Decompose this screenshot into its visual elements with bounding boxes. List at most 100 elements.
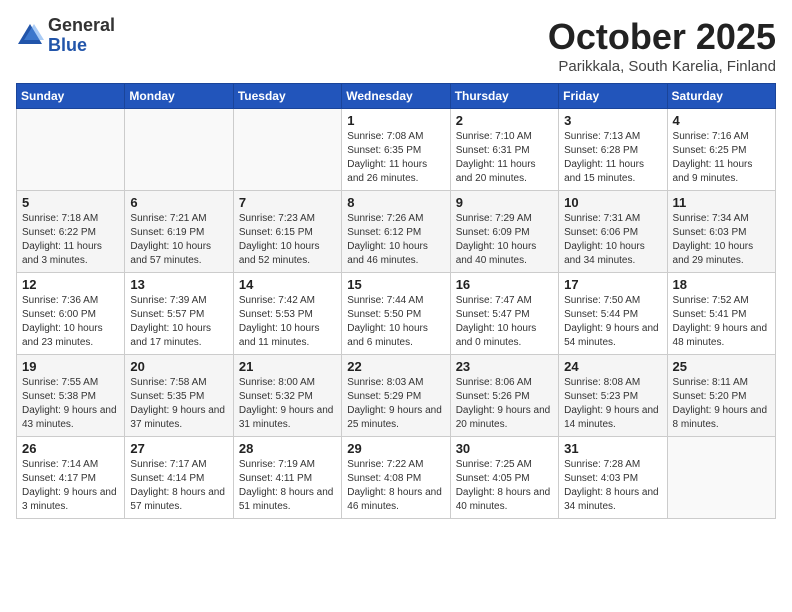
day-info: Sunrise: 8:06 AM Sunset: 5:26 PM Dayligh… (456, 376, 553, 432)
calendar-cell: 4 Sunrise: 7:16 AM Sunset: 6:25 PM Daylig… (667, 109, 775, 191)
day-info: Sunrise: 7:31 AM Sunset: 6:06 PM Dayligh… (564, 212, 661, 268)
day-number: 16 (456, 277, 553, 292)
month-title: October 2025 (548, 16, 776, 58)
day-info: Sunrise: 7:23 AM Sunset: 6:15 PM Dayligh… (239, 212, 336, 268)
calendar-cell: 20 Sunrise: 7:58 AM Sunset: 5:35 PM Dayli… (125, 355, 233, 437)
day-info: Sunrise: 7:08 AM Sunset: 6:35 PM Dayligh… (347, 130, 444, 186)
calendar-cell: 8 Sunrise: 7:26 AM Sunset: 6:12 PM Daylig… (342, 191, 450, 273)
title-area: October 2025 Parikkala, South Karelia, F… (548, 16, 776, 75)
calendar-cell (17, 109, 125, 191)
calendar-cell: 10 Sunrise: 7:31 AM Sunset: 6:06 PM Dayli… (559, 191, 667, 273)
day-info: Sunrise: 7:21 AM Sunset: 6:19 PM Dayligh… (130, 212, 227, 268)
calendar-cell: 2Sunrise: 7:10 AM Sunset: 6:31 PM Daylig… (450, 109, 558, 191)
day-number: 12 (22, 277, 119, 292)
weekday-header-monday: Monday (125, 84, 233, 109)
calendar-cell: 15 Sunrise: 7:44 AM Sunset: 5:50 PM Dayli… (342, 273, 450, 355)
weekday-header-saturday: Saturday (667, 84, 775, 109)
day-info: Sunrise: 7:42 AM Sunset: 5:53 PM Dayligh… (239, 294, 336, 350)
calendar-cell: 19 Sunrise: 7:55 AM Sunset: 5:38 PM Dayli… (17, 355, 125, 437)
day-info: Sunrise: 7:29 AM Sunset: 6:09 PM Dayligh… (456, 212, 553, 268)
day-number: 10 (564, 195, 661, 210)
calendar-cell: 24 Sunrise: 8:08 AM Sunset: 5:23 PM Dayli… (559, 355, 667, 437)
day-number: 1 (347, 113, 444, 128)
day-number: 14 (239, 277, 336, 292)
weekday-header-friday: Friday (559, 84, 667, 109)
calendar-cell: 5 Sunrise: 7:18 AM Sunset: 6:22 PM Daylig… (17, 191, 125, 273)
weekday-header-thursday: Thursday (450, 84, 558, 109)
calendar-week-row: 19 Sunrise: 7:55 AM Sunset: 5:38 PM Dayli… (17, 355, 776, 437)
day-info: Sunrise: 7:55 AM Sunset: 5:38 PM Dayligh… (22, 376, 119, 432)
day-number: 8 (347, 195, 444, 210)
day-info: Sunrise: 7:22 AM Sunset: 4:08 PM Dayligh… (347, 458, 444, 514)
day-number: 21 (239, 359, 336, 374)
calendar-cell: 17 Sunrise: 7:50 AM Sunset: 5:44 PM Dayli… (559, 273, 667, 355)
calendar-week-row: 1 Sunrise: 7:08 AM Sunset: 6:35 PM Daylig… (17, 109, 776, 191)
calendar-cell (667, 437, 775, 519)
calendar-cell: 18Sunrise: 7:52 AM Sunset: 5:41 PM Dayli… (667, 273, 775, 355)
day-info: Sunrise: 7:17 AM Sunset: 4:14 PM Dayligh… (130, 458, 227, 514)
day-info: Sunrise: 7:52 AM Sunset: 5:41 PM Dayligh… (673, 294, 770, 350)
day-info: Sunrise: 7:14 AM Sunset: 4:17 PM Dayligh… (22, 458, 119, 514)
day-info: Sunrise: 7:50 AM Sunset: 5:44 PM Dayligh… (564, 294, 661, 350)
weekday-header-tuesday: Tuesday (233, 84, 341, 109)
calendar-cell: 13Sunrise: 7:39 AM Sunset: 5:57 PM Dayli… (125, 273, 233, 355)
day-number: 19 (22, 359, 119, 374)
calendar-table: SundayMondayTuesdayWednesdayThursdayFrid… (16, 83, 776, 519)
calendar-cell: 31Sunrise: 7:28 AM Sunset: 4:03 PM Dayli… (559, 437, 667, 519)
day-info: Sunrise: 7:13 AM Sunset: 6:28 PM Dayligh… (564, 130, 661, 186)
calendar-cell (125, 109, 233, 191)
calendar-cell: 25 Sunrise: 8:11 AM Sunset: 5:20 PM Dayli… (667, 355, 775, 437)
logo-blue-text: Blue (48, 35, 87, 55)
logo: General Blue (16, 16, 115, 56)
calendar-week-row: 12 Sunrise: 7:36 AM Sunset: 6:00 PM Dayli… (17, 273, 776, 355)
day-number: 15 (347, 277, 444, 292)
logo-icon (16, 22, 44, 50)
calendar-cell: 12 Sunrise: 7:36 AM Sunset: 6:00 PM Dayli… (17, 273, 125, 355)
day-number: 7 (239, 195, 336, 210)
day-number: 3 (564, 113, 661, 128)
day-info: Sunrise: 7:16 AM Sunset: 6:25 PM Dayligh… (673, 130, 770, 186)
day-info: Sunrise: 8:00 AM Sunset: 5:32 PM Dayligh… (239, 376, 336, 432)
logo-general-text: General (48, 15, 115, 35)
day-info: Sunrise: 8:03 AM Sunset: 5:29 PM Dayligh… (347, 376, 444, 432)
day-info: Sunrise: 7:18 AM Sunset: 6:22 PM Dayligh… (22, 212, 119, 268)
day-info: Sunrise: 7:36 AM Sunset: 6:00 PM Dayligh… (22, 294, 119, 350)
day-number: 4 (673, 113, 770, 128)
calendar-cell: 6 Sunrise: 7:21 AM Sunset: 6:19 PM Daylig… (125, 191, 233, 273)
day-info: Sunrise: 7:58 AM Sunset: 5:35 PM Dayligh… (130, 376, 227, 432)
day-info: Sunrise: 7:26 AM Sunset: 6:12 PM Dayligh… (347, 212, 444, 268)
day-number: 9 (456, 195, 553, 210)
weekday-header-sunday: Sunday (17, 84, 125, 109)
day-info: Sunrise: 8:11 AM Sunset: 5:20 PM Dayligh… (673, 376, 770, 432)
calendar-cell: 21 Sunrise: 8:00 AM Sunset: 5:32 PM Dayli… (233, 355, 341, 437)
weekday-header-row: SundayMondayTuesdayWednesdayThursdayFrid… (17, 84, 776, 109)
day-info: Sunrise: 8:08 AM Sunset: 5:23 PM Dayligh… (564, 376, 661, 432)
calendar-cell: 1 Sunrise: 7:08 AM Sunset: 6:35 PM Daylig… (342, 109, 450, 191)
calendar-cell: 23Sunrise: 8:06 AM Sunset: 5:26 PM Dayli… (450, 355, 558, 437)
day-number: 20 (130, 359, 227, 374)
calendar-cell: 11Sunrise: 7:34 AM Sunset: 6:03 PM Dayli… (667, 191, 775, 273)
day-number: 11 (673, 195, 770, 210)
calendar-cell: 26Sunrise: 7:14 AM Sunset: 4:17 PM Dayli… (17, 437, 125, 519)
day-info: Sunrise: 7:47 AM Sunset: 5:47 PM Dayligh… (456, 294, 553, 350)
day-number: 6 (130, 195, 227, 210)
day-info: Sunrise: 7:25 AM Sunset: 4:05 PM Dayligh… (456, 458, 553, 514)
calendar-cell: 22Sunrise: 8:03 AM Sunset: 5:29 PM Dayli… (342, 355, 450, 437)
day-number: 30 (456, 441, 553, 456)
calendar-cell: 30 Sunrise: 7:25 AM Sunset: 4:05 PM Dayli… (450, 437, 558, 519)
day-number: 25 (673, 359, 770, 374)
day-info: Sunrise: 7:39 AM Sunset: 5:57 PM Dayligh… (130, 294, 227, 350)
calendar-week-row: 5 Sunrise: 7:18 AM Sunset: 6:22 PM Daylig… (17, 191, 776, 273)
calendar-cell: 27Sunrise: 7:17 AM Sunset: 4:14 PM Dayli… (125, 437, 233, 519)
calendar-week-row: 26Sunrise: 7:14 AM Sunset: 4:17 PM Dayli… (17, 437, 776, 519)
day-number: 5 (22, 195, 119, 210)
day-number: 24 (564, 359, 661, 374)
calendar-cell (233, 109, 341, 191)
location-title: Parikkala, South Karelia, Finland (548, 58, 776, 75)
day-number: 2 (456, 113, 553, 128)
calendar-cell: 28Sunrise: 7:19 AM Sunset: 4:11 PM Dayli… (233, 437, 341, 519)
calendar-cell: 9 Sunrise: 7:29 AM Sunset: 6:09 PM Daylig… (450, 191, 558, 273)
day-number: 29 (347, 441, 444, 456)
day-number: 17 (564, 277, 661, 292)
day-info: Sunrise: 7:44 AM Sunset: 5:50 PM Dayligh… (347, 294, 444, 350)
